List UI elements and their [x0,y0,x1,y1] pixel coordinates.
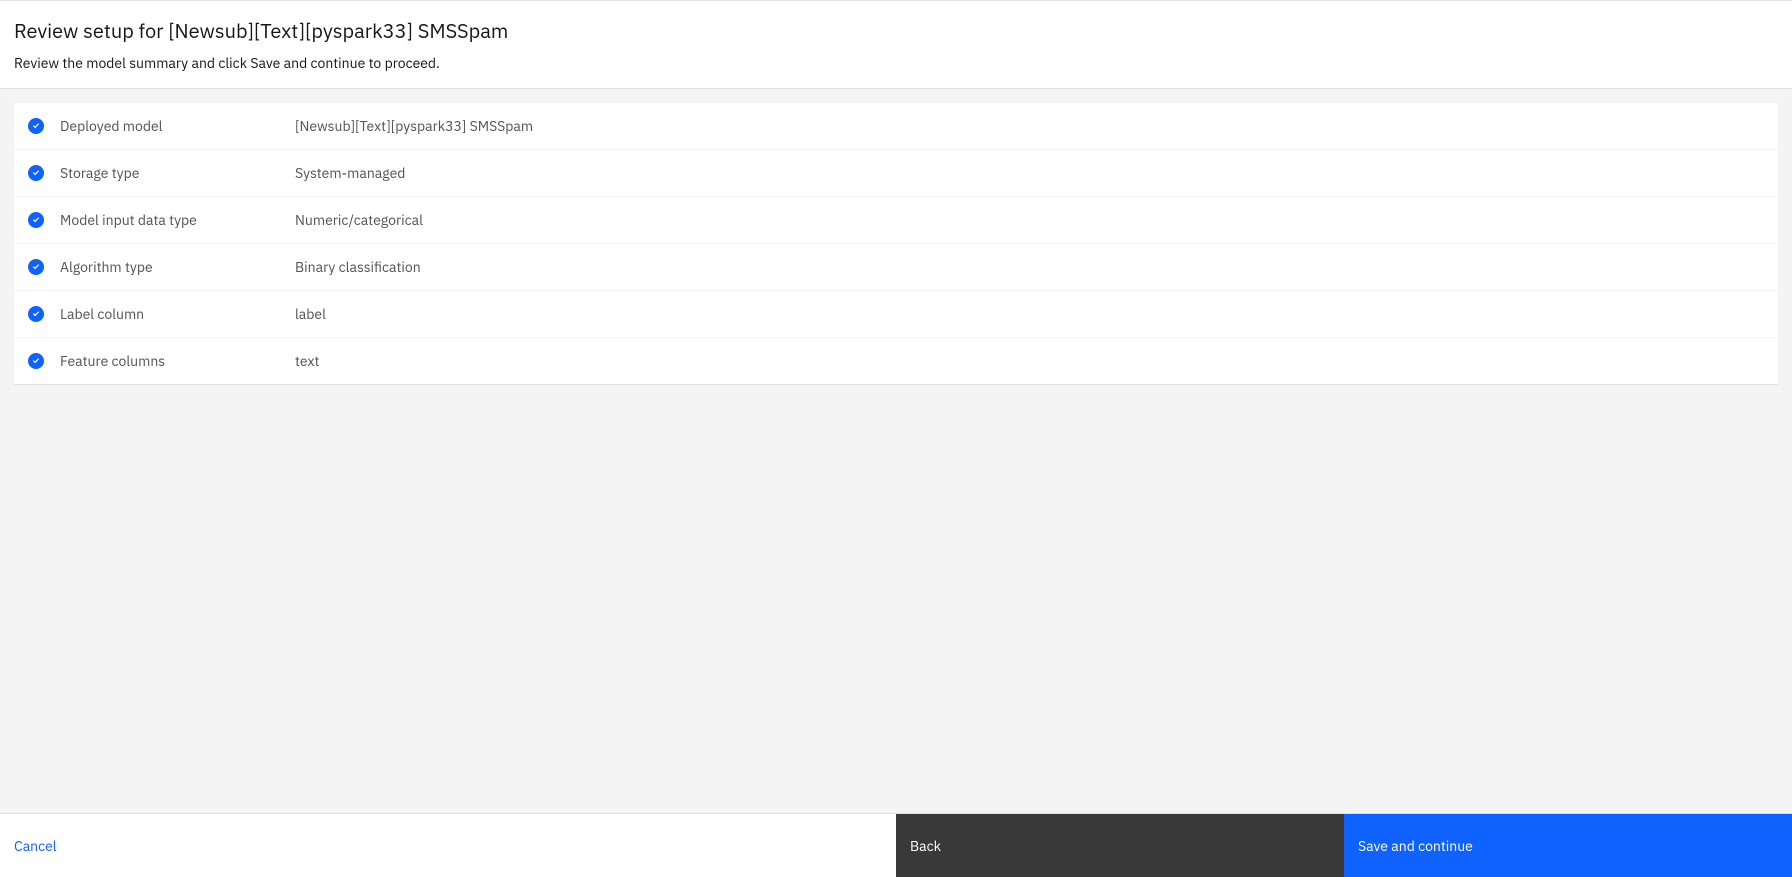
summary-row-input-data-type: Model input data type Numeric/categorica… [14,197,1778,244]
save-and-continue-button[interactable]: Save and continue [1344,814,1792,877]
summary-label: Algorithm type [60,258,295,276]
page-title: Review setup for [Newsub][Text][pyspark3… [14,17,1778,44]
checkmark-filled-icon [28,353,44,369]
summary-label: Feature columns [60,352,295,370]
summary-label: Label column [60,305,295,323]
summary-row-algorithm-type: Algorithm type Binary classification [14,244,1778,291]
checkmark-filled-icon [28,118,44,134]
summary-value: System-managed [295,164,405,182]
summary-row-label-column: Label column label [14,291,1778,338]
content-area: Deployed model [Newsub][Text][pyspark33]… [0,89,1792,813]
summary-label: Deployed model [60,117,295,135]
checkmark-filled-icon [28,259,44,275]
page-subtitle: Review the model summary and click Save … [14,54,1778,72]
summary-value: text [295,352,319,370]
summary-value: label [295,305,326,323]
checkmark-filled-icon [28,165,44,181]
checkmark-filled-icon [28,306,44,322]
footer-bar: Cancel Back Save and continue [0,813,1792,877]
cancel-button[interactable]: Cancel [14,837,57,855]
page-header: Review setup for [Newsub][Text][pyspark3… [0,1,1792,89]
summary-value: Numeric/categorical [295,211,423,229]
summary-label: Model input data type [60,211,295,229]
checkmark-filled-icon [28,212,44,228]
summary-value: Binary classification [295,258,421,276]
summary-row-feature-columns: Feature columns text [14,338,1778,385]
summary-label: Storage type [60,164,295,182]
summary-value: [Newsub][Text][pyspark33] SMSSpam [295,117,533,135]
summary-row-deployed-model: Deployed model [Newsub][Text][pyspark33]… [14,103,1778,150]
back-button[interactable]: Back [896,814,1344,877]
footer-left: Cancel [0,814,896,877]
footer-right: Back Save and continue [896,814,1792,877]
summary-row-storage-type: Storage type System-managed [14,150,1778,197]
summary-list: Deployed model [Newsub][Text][pyspark33]… [14,103,1778,385]
